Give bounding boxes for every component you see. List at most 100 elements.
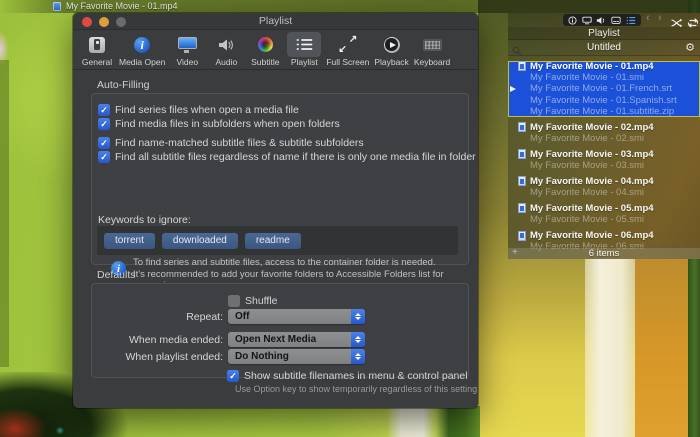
toolbar-item-playlist[interactable]: Playlist: [287, 32, 321, 67]
movie-window-titlebar[interactable]: My Favorite Movie - 01.mp4: [0, 0, 700, 13]
toolbar-item-general[interactable]: General: [80, 32, 114, 67]
keyword-tag[interactable]: torrent: [104, 233, 155, 249]
media-file-icon: [518, 61, 526, 71]
media-file-icon: [518, 203, 526, 213]
info-toggle-icon[interactable]: [568, 16, 577, 25]
preferences-toolbar: General i Media Open Video Audio Subtitl…: [73, 30, 478, 70]
playlist-panel: ‹ › Playlist Untitled ⚙ My Favorite Movi…: [508, 13, 700, 259]
video-icon: [178, 37, 197, 49]
keyword-tag[interactable]: readme: [245, 233, 301, 249]
toolbar-item-audio[interactable]: Audio: [209, 32, 243, 67]
toolbar-label: Audio: [215, 57, 237, 67]
playlist-item[interactable]: My Favorite Movie - 05.smi: [508, 214, 700, 225]
playlist-item[interactable]: My Favorite Movie - 02.mp4: [508, 121, 700, 132]
playlist-item[interactable]: My Favorite Movie - 01.smi: [508, 72, 700, 83]
checkbox[interactable]: [228, 295, 240, 307]
playlist-item[interactable]: My Favorite Movie - 02.smi: [508, 133, 700, 144]
stepper-icon: [351, 309, 365, 324]
playlist-items: My Favorite Movie - 01.mp4 My Favorite M…: [508, 56, 700, 252]
toolbar-label: Playlist: [291, 57, 318, 67]
display-toggle-icon[interactable]: [582, 16, 592, 25]
when-media-ended-value: Open Next Media: [228, 334, 351, 345]
toolbar-label: Media Open: [119, 57, 165, 67]
playlist-item[interactable]: My Favorite Movie - 01.French.srt: [508, 83, 700, 94]
playlist-footer-bar: + 6 items: [508, 247, 700, 259]
panel-toggle-bar: [563, 14, 641, 26]
preferences-window-title: Playlist: [73, 15, 478, 27]
toolbar-item-video[interactable]: Video: [170, 32, 204, 67]
playlist-toggle-icon[interactable]: [626, 16, 636, 25]
general-icon: [89, 37, 105, 53]
playlist-item[interactable]: My Favorite Movie - 06.mp4: [508, 230, 700, 241]
when-playlist-ended-dropdown[interactable]: Do Nothing: [228, 349, 365, 364]
video-left-edge: [0, 60, 9, 367]
toolbar-label: Video: [177, 57, 199, 67]
checkbox-row-find-series[interactable]: Find series files when open a media file: [98, 104, 299, 116]
playlist-item[interactable]: My Favorite Movie - 01.subtitle.zip: [508, 106, 700, 117]
checkbox-row-find-all-subtitles[interactable]: Find all subtitle files regardless of na…: [98, 151, 476, 163]
playlist-item-label: My Favorite Movie - 01.subtitle.zip: [530, 106, 674, 117]
subtitle-panel-toggle-icon[interactable]: [611, 16, 621, 25]
toolbar-item-playback[interactable]: Playback: [374, 32, 409, 67]
repeat-dropdown[interactable]: Off: [228, 309, 365, 324]
preferences-titlebar[interactable]: Playlist: [73, 13, 478, 30]
keyword-tag[interactable]: downloaded: [162, 233, 238, 249]
toolbar-item-subtitle[interactable]: Subtitle: [248, 32, 282, 67]
playlist-item[interactable]: My Favorite Movie - 01.mp4: [508, 61, 700, 72]
checkbox-row-find-name-matched[interactable]: Find name-matched subtitle files & subti…: [98, 137, 364, 149]
full-screen-icon: ↗↙: [339, 37, 356, 53]
playlist-item-label: My Favorite Movie - 03.mp4: [530, 149, 654, 160]
playlist-item[interactable]: My Favorite Movie - 03.smi: [508, 160, 700, 171]
media-file-icon: [518, 149, 526, 159]
show-subtitle-filenames-row[interactable]: Show subtitle filenames in menu & contro…: [227, 370, 468, 382]
show-subtitle-filenames-label: Show subtitle filenames in menu & contro…: [244, 370, 468, 382]
subtitle-icon: [258, 37, 273, 52]
playlist-item[interactable]: My Favorite Movie - 05.mp4: [508, 203, 700, 214]
toolbar-item-keyboard[interactable]: Keyboard: [414, 32, 450, 67]
toolbar-item-full-screen[interactable]: ↗↙ Full Screen: [326, 32, 369, 67]
media-file-icon: [518, 176, 526, 186]
keyboard-icon: [423, 39, 442, 51]
video-bottom-streaks: [388, 406, 480, 437]
next-chevron-icon[interactable]: ›: [658, 12, 662, 24]
auto-filling-section-title: Auto-Filling: [97, 79, 150, 91]
video-cream-streak: [585, 252, 635, 437]
playlist-item-label: My Favorite Movie - 02.mp4: [530, 122, 654, 133]
playlist-item-label: My Favorite Movie - 05.mp4: [530, 203, 654, 214]
defaults-section-title: Defaults: [97, 269, 136, 281]
playlist-item[interactable]: My Favorite Movie - 03.mp4: [508, 149, 700, 160]
checkbox[interactable]: [98, 137, 110, 149]
playlist-name: Untitled: [508, 42, 700, 53]
checkbox[interactable]: [98, 118, 110, 130]
checkbox[interactable]: [98, 104, 110, 116]
keywords-to-ignore-label: Keywords to ignore:: [98, 214, 191, 226]
playlist-panel-title[interactable]: Playlist: [508, 27, 700, 40]
checkbox[interactable]: [98, 151, 110, 163]
playlist-item[interactable]: My Favorite Movie - 01.Spanish.srt: [508, 94, 700, 105]
media-open-icon: i: [134, 37, 150, 53]
toolbar-label: Full Screen: [326, 57, 369, 67]
volume-toggle-icon[interactable]: [596, 16, 606, 25]
stepper-icon: [351, 332, 365, 347]
playlist-item[interactable]: My Favorite Movie - 04.smi: [508, 187, 700, 198]
when-media-ended-dropdown[interactable]: Open Next Media: [228, 332, 365, 347]
playlist-item-label: My Favorite Movie - 05.smi: [530, 214, 644, 225]
playback-icon: [384, 37, 400, 53]
repeat-label: Repeat:: [91, 311, 223, 323]
checkbox-label: Find series files when open a media file: [115, 104, 299, 116]
playlist-item-label: My Favorite Movie - 01.Spanish.srt: [530, 95, 677, 106]
playlist-item[interactable]: My Favorite Movie - 04.mp4: [508, 176, 700, 187]
checkbox-label: Find name-matched subtitle files & subti…: [115, 137, 364, 149]
stepper-icon: [351, 349, 365, 364]
shuffle-checkbox-row[interactable]: Shuffle: [228, 295, 278, 307]
gear-icon[interactable]: ⚙: [685, 41, 695, 54]
previous-chevron-icon[interactable]: ‹: [646, 12, 650, 24]
playlist-item-label: My Favorite Movie - 01.smi: [530, 72, 644, 83]
checkbox[interactable]: [227, 370, 239, 382]
checkbox-row-find-media-subfolders[interactable]: Find media files in subfolders when open…: [98, 118, 340, 130]
keywords-box[interactable]: torrent downloaded readme: [97, 226, 458, 255]
panel-controls: ‹ ›: [508, 13, 700, 27]
playlist-name-bar[interactable]: Untitled ⚙: [508, 40, 700, 56]
toolbar-item-media-open[interactable]: i Media Open: [119, 32, 165, 67]
movie-file-icon: [53, 2, 61, 11]
